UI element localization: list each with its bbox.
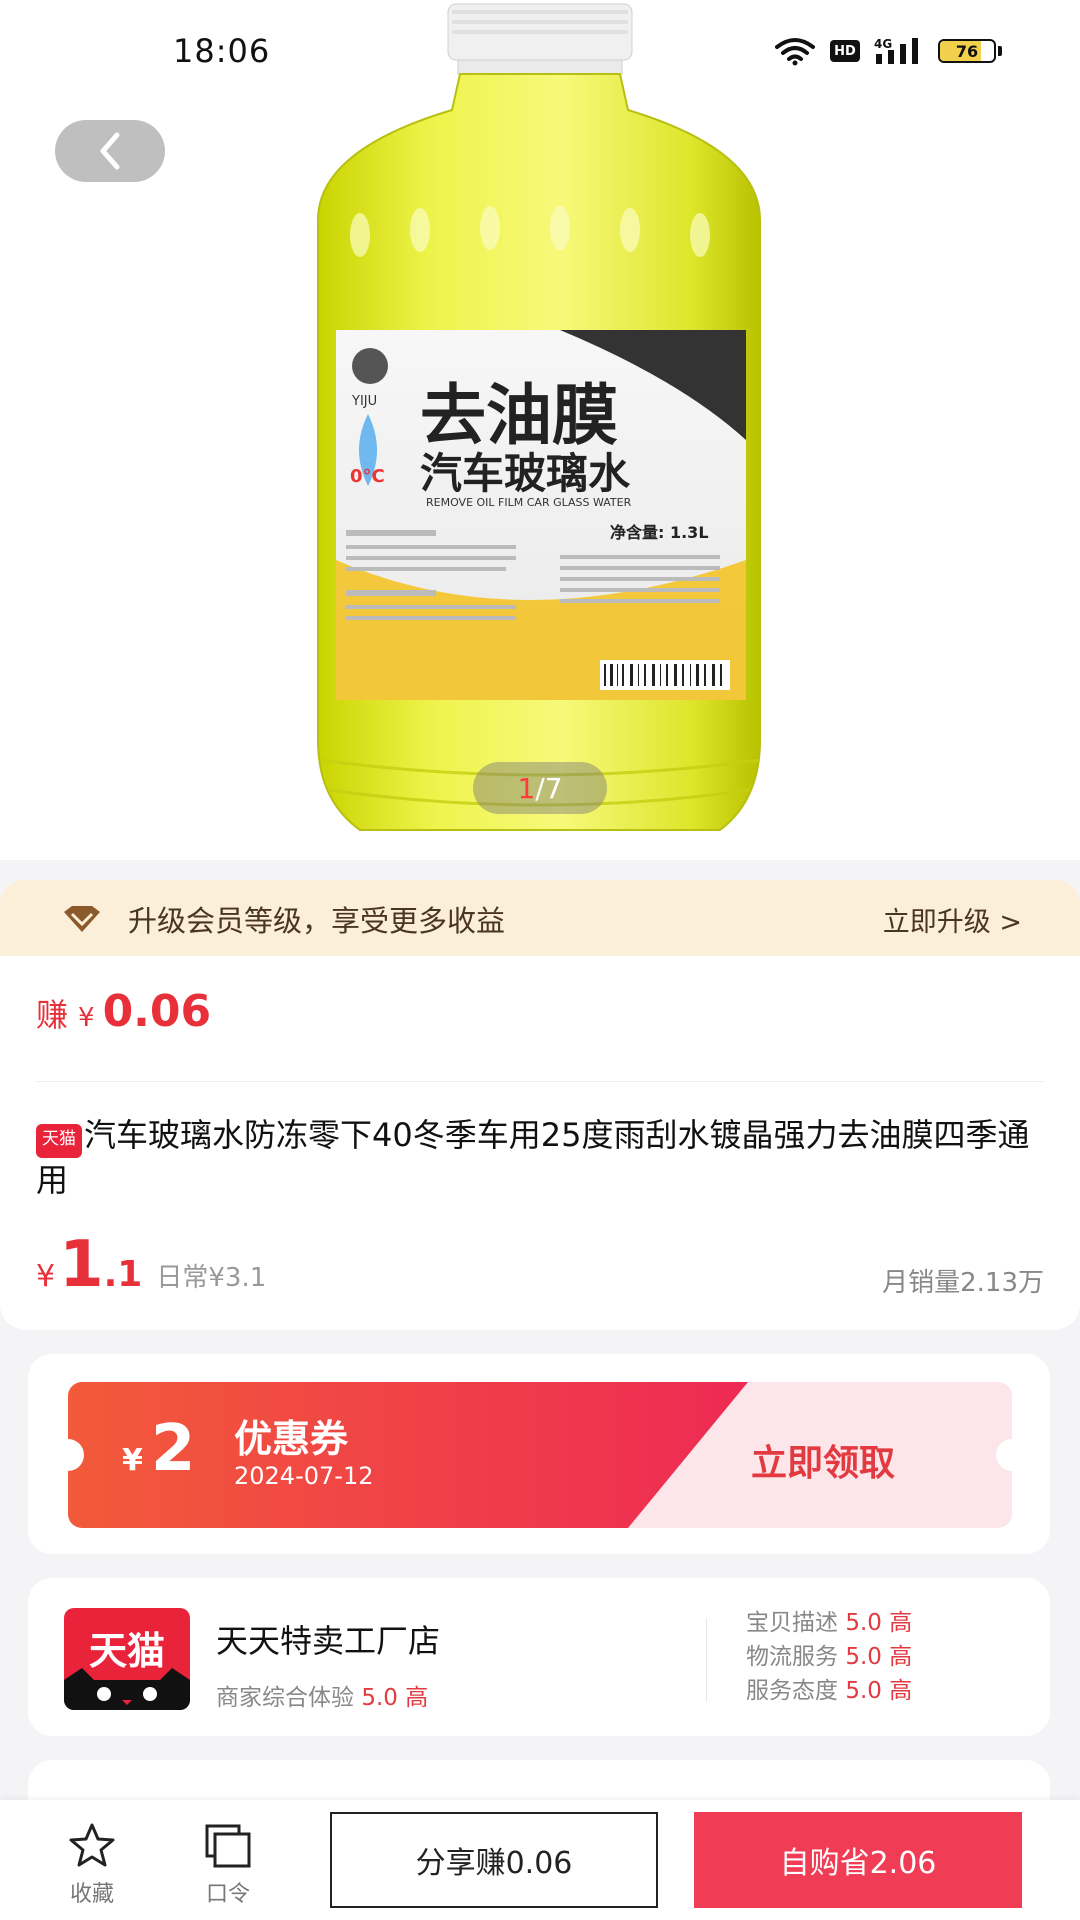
claim-coupon-button[interactable]: 立即领取 [751, 1434, 895, 1486]
price-integer: 1 [59, 1228, 104, 1302]
copy-icon [205, 1824, 251, 1868]
battery-icon: 76 [938, 39, 1002, 63]
favorite-label: 收藏 [69, 1882, 114, 1907]
star-icon [69, 1823, 115, 1867]
diamond-icon [64, 906, 100, 932]
status-time: 18:06 [173, 32, 271, 70]
image-counter: 1/7 [473, 762, 607, 814]
svg-text:0°C: 0°C [350, 466, 385, 487]
product-image-carousel[interactable]: YIJU 0°C 去油膜 汽车玻璃水 REMOVE OIL FILM CAR G… [0, 0, 1080, 860]
earn-value: 0.06 [102, 986, 212, 1037]
coupon-ticket[interactable]: ¥ 2 优惠券 2024-07-12 立即领取 [68, 1382, 1012, 1528]
battery-level: 76 [955, 41, 979, 61]
svg-text:去油膜: 去油膜 [420, 377, 618, 454]
shop-name: 天天特卖工厂店 [216, 1622, 441, 1660]
monthly-sales: 月销量2.13万 [882, 1268, 1044, 1298]
coupon-expiry: 2024-07-12 [234, 1462, 374, 1490]
price-row: ¥ 1 .1 日常¥3.1 [36, 1228, 266, 1302]
product-title-text: 汽车玻璃水防冻零下40冬季车用25度雨刮水镀晶强力去油膜四季通用 [36, 1116, 1030, 1199]
coupon-amount: ¥ 2 [122, 1412, 195, 1486]
cellular-signal-icon: 4G [874, 37, 918, 64]
divider [36, 1081, 1044, 1082]
command-button[interactable]: 口令 [188, 1822, 268, 1908]
member-upgrade-banner[interactable]: 升级会员等级，享受更多收益 立即升级 > [0, 880, 1080, 956]
shop-card[interactable]: 天猫 天天特卖工厂店 商家综合体验 5.0 高 宝贝描述 5.0 高 物流服务 … [28, 1578, 1050, 1736]
shop-overall-label: 商家综合体验 [216, 1685, 354, 1711]
favorite-button[interactable]: 收藏 [52, 1822, 132, 1908]
tmall-badge: 天猫 [36, 1124, 82, 1158]
shop-divider [706, 1618, 707, 1702]
image-counter-current: 1 [517, 771, 536, 805]
shop-overall-score: 5.0 高 [361, 1685, 429, 1711]
share-earn-button[interactable]: 分享赚0.06 [330, 1812, 658, 1908]
product-title: 天猫 汽车玻璃水防冻零下40冬季车用25度雨刮水镀晶强力去油膜四季通用 [36, 1113, 1036, 1202]
original-price: 日常¥3.1 [156, 1263, 267, 1293]
status-bar: 18:06 HD 4G 76 [0, 0, 1080, 100]
rating-row: 宝贝描述 5.0 高 [746, 1610, 913, 1636]
coupon-card: ¥ 2 优惠券 2024-07-12 立即领取 [28, 1354, 1050, 1554]
svg-text:汽车玻璃水: 汽车玻璃水 [420, 449, 631, 498]
svg-text:净含量: 1.3L: 净含量: 1.3L [610, 523, 709, 542]
coupon-title: 优惠券 [234, 1417, 349, 1461]
product-info-card: 赚 ¥ 0.06 天猫 汽车玻璃水防冻零下40冬季车用25度雨刮水镀晶强力去油膜四… [0, 956, 1080, 1330]
chevron-left-icon [100, 132, 120, 170]
coupon-currency: ¥ [122, 1443, 143, 1478]
price-currency: ¥ [36, 1259, 56, 1294]
command-label: 口令 [205, 1882, 250, 1907]
coupon-value: 2 [150, 1412, 196, 1486]
earn-currency: ¥ [78, 1003, 95, 1033]
rating-row: 服务态度 5.0 高 [746, 1678, 913, 1704]
status-icons: HD 4G 76 [774, 36, 1002, 66]
tmall-cat-icon [64, 1668, 190, 1710]
svg-text:4G: 4G [874, 37, 892, 51]
svg-text:REMOVE OIL FILM CAR GLASS WATE: REMOVE OIL FILM CAR GLASS WATER [426, 496, 632, 509]
back-button[interactable] [55, 120, 165, 182]
earn-label: 赚 [36, 996, 69, 1034]
member-banner-text: 升级会员等级，享受更多收益 [128, 904, 506, 938]
shop-ratings: 宝贝描述 5.0 高 物流服务 5.0 高 服务态度 5.0 高 [746, 1606, 912, 1708]
wifi-icon [775, 38, 815, 66]
hd-badge: HD [830, 40, 860, 62]
bottom-action-bar: 收藏 口令 分享赚0.06 自购省2.06 [0, 1800, 1080, 1920]
upgrade-now-link[interactable]: 立即升级 > [883, 900, 1022, 939]
tmall-logo: 天猫 [64, 1608, 190, 1710]
earn-commission: 赚 ¥ 0.06 [36, 986, 211, 1037]
price-decimal: .1 [103, 1254, 143, 1295]
rating-row: 物流服务 5.0 高 [746, 1644, 913, 1670]
shop-overall-rating: 商家综合体验 5.0 高 [216, 1678, 428, 1712]
image-counter-total: /7 [535, 771, 563, 805]
product-photo: YIJU 0°C 去油膜 汽车玻璃水 REMOVE OIL FILM CAR G… [317, 3, 761, 831]
self-buy-button[interactable]: 自购省2.06 [694, 1812, 1022, 1908]
svg-text:YIJU: YIJU [351, 394, 377, 409]
